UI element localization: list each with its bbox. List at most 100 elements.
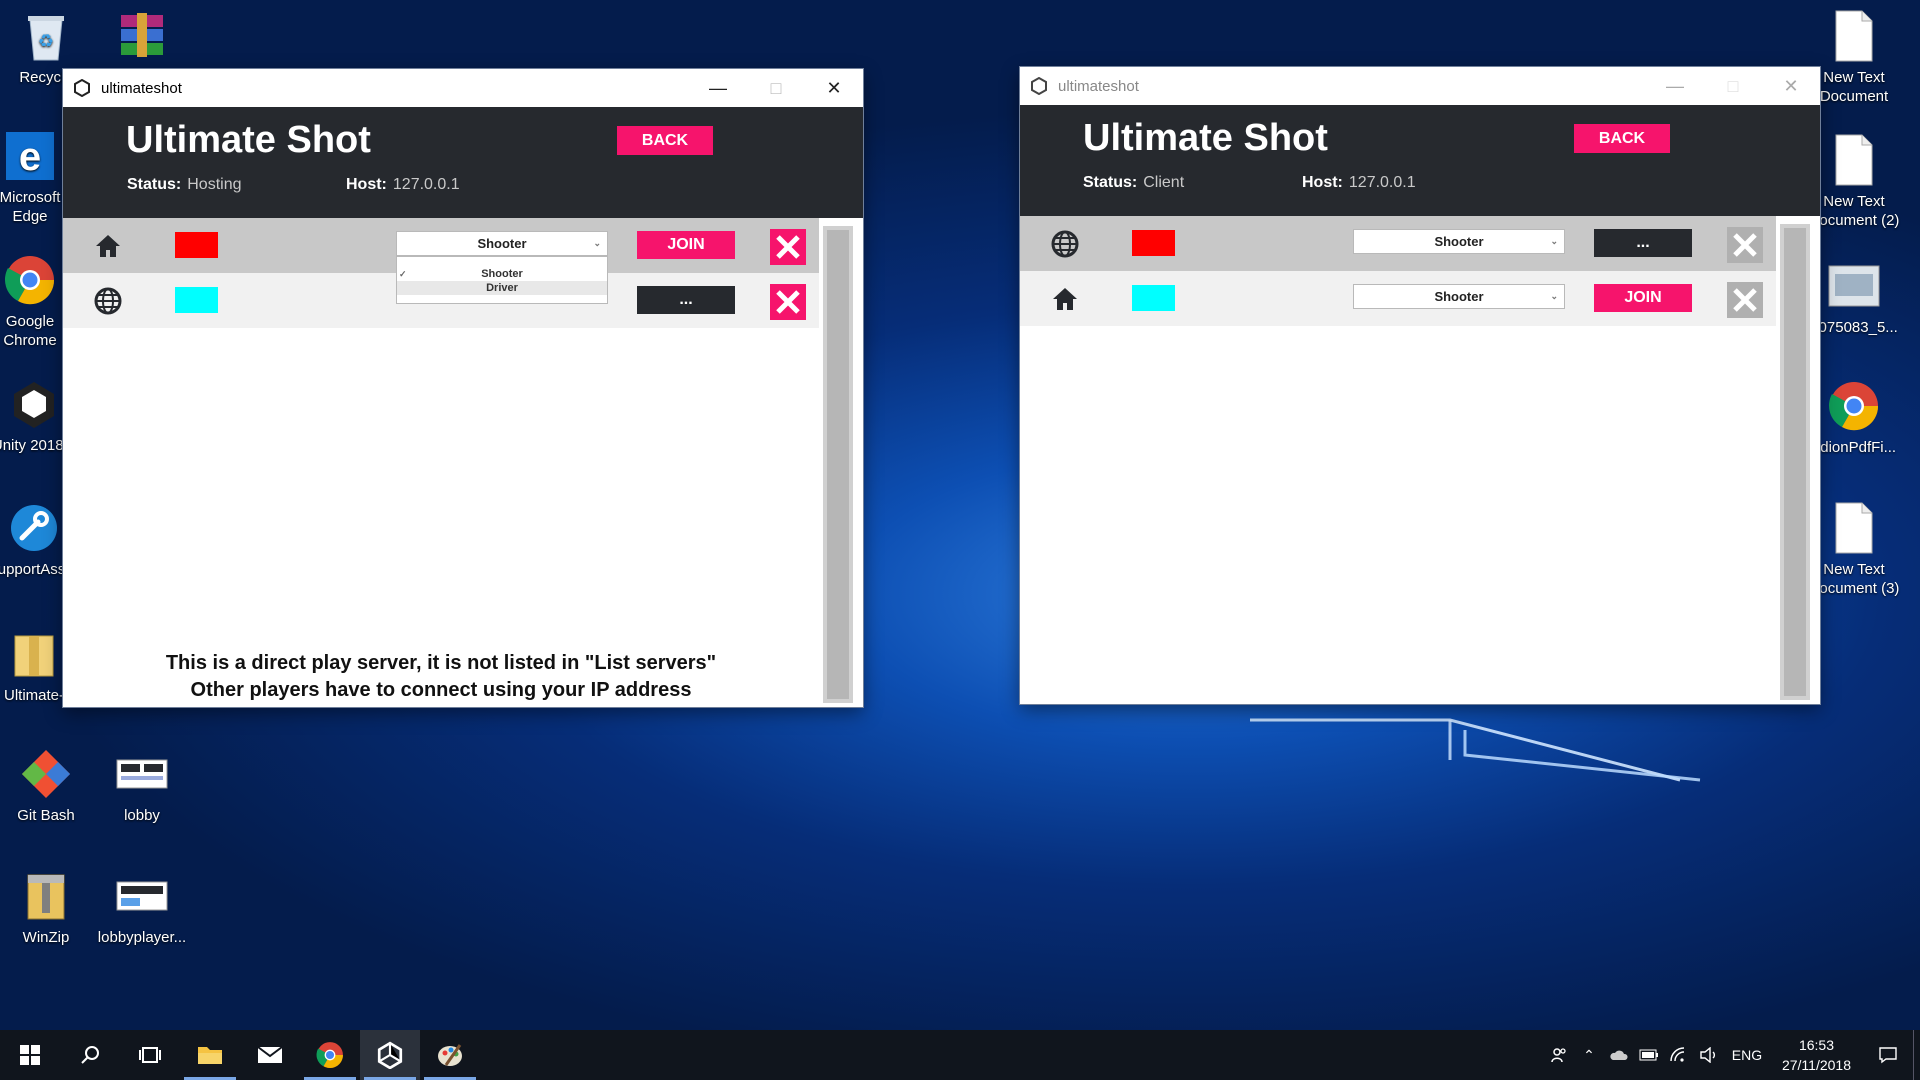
wifi-icon[interactable] <box>1664 1047 1694 1063</box>
option-label: Driver <box>486 282 518 294</box>
role-dropdown-list[interactable]: ✓ Shooter Driver <box>396 256 608 304</box>
title-bar[interactable]: ultimateshot — □ ✕ <box>63 69 863 107</box>
maximize-button[interactable]: □ <box>1704 67 1762 105</box>
maximize-button[interactable]: □ <box>747 69 805 107</box>
text-file-icon <box>1826 8 1882 64</box>
player-color-swatch[interactable] <box>175 287 218 313</box>
host-value: 127.0.0.1 <box>1348 174 1416 191</box>
image-file-icon <box>114 868 170 924</box>
edge-icon: e <box>2 128 58 184</box>
chrome-icon <box>1826 378 1882 434</box>
app-title: Ultimate Shot <box>1083 117 1328 159</box>
app-title: Ultimate Shot <box>126 119 371 161</box>
notification-center-icon[interactable] <box>1863 1046 1913 1064</box>
dropdown-option[interactable]: ✓ Shooter <box>397 267 607 281</box>
direct-play-note-line1: This is a direct play server, it is not … <box>165 652 717 674</box>
ready-wait-button[interactable]: ... <box>637 286 735 314</box>
desktop-icon-lobby[interactable]: lobby <box>94 746 190 825</box>
text-file-icon <box>1826 500 1882 556</box>
people-icon[interactable] <box>1544 1046 1574 1064</box>
status-value: Client <box>1143 174 1185 191</box>
chevron-down-icon: ⌄ <box>1550 291 1558 301</box>
scrollbar-thumb[interactable] <box>1784 228 1806 696</box>
desktop-icon-label: lobby <box>124 807 160 824</box>
recycle-bin-icon: ♻ <box>18 8 74 64</box>
desktop-icon-label: Git Bash <box>17 807 75 824</box>
chevron-up-icon[interactable]: ⌃ <box>1574 1047 1604 1064</box>
ready-wait-button[interactable]: ... <box>1594 229 1692 257</box>
desktop-icon-gitbash[interactable]: Git Bash <box>0 746 94 825</box>
taskbar-chrome[interactable] <box>300 1030 360 1080</box>
support-icon <box>6 500 62 556</box>
kick-player-button[interactable] <box>1727 227 1763 263</box>
player-color-swatch[interactable] <box>1132 285 1175 311</box>
window-host[interactable]: ultimateshot — □ ✕ Ultimate Shot BACK St… <box>63 69 863 707</box>
unity-icon <box>73 78 93 98</box>
chevron-down-icon: ⌄ <box>593 238 601 248</box>
desktop-icon-pdf-chrome[interactable]: edionPdfFi... <box>1806 378 1902 457</box>
scrollbar[interactable] <box>1780 224 1810 700</box>
window-client[interactable]: ultimateshot — □ ✕ Ultimate Shot BACK St… <box>1020 67 1820 704</box>
taskbar-unity[interactable] <box>360 1030 420 1080</box>
onedrive-icon[interactable] <box>1604 1048 1634 1062</box>
taskbar: ⌃ ENG 16:53 27/11/2018 <box>0 1030 1920 1080</box>
player-color-swatch[interactable] <box>1132 230 1175 256</box>
dropdown-option[interactable]: Driver <box>397 281 607 295</box>
desktop-icon-lobbyplayer[interactable]: lobbyplayer... <box>94 868 190 947</box>
status: Status: Hosting <box>127 176 241 194</box>
start-button[interactable] <box>0 1030 60 1080</box>
kick-player-button[interactable] <box>770 229 806 265</box>
battery-icon[interactable] <box>1634 1049 1664 1061</box>
role-dropdown[interactable]: Shooter ⌄ <box>1353 284 1565 309</box>
desktop-icon-winrar[interactable] <box>94 8 190 68</box>
minimize-button[interactable]: — <box>1646 67 1704 105</box>
svg-text:♻: ♻ <box>38 31 54 51</box>
folder-zip-icon <box>6 626 62 682</box>
language-indicator[interactable]: ENG <box>1724 1047 1770 1063</box>
scrollbar[interactable] <box>823 226 853 703</box>
back-button[interactable]: BACK <box>617 126 713 155</box>
desktop-icon-label: New Text Document (3) <box>1808 561 1900 597</box>
paint-icon <box>438 1044 462 1066</box>
role-dropdown[interactable]: Shooter ⌄ <box>1353 229 1565 254</box>
image-file-icon <box>1826 258 1882 314</box>
taskbar-paint[interactable] <box>420 1030 480 1080</box>
scrollbar-thumb[interactable] <box>827 230 849 699</box>
desktop-icon-label: lobbyplayer... <box>97 929 187 946</box>
desktop-icon-new-text-document-2[interactable]: New Text Document (2) <box>1806 132 1902 230</box>
mail-icon <box>257 1046 283 1063</box>
unity-icon <box>377 1041 403 1069</box>
back-button[interactable]: BACK <box>1574 124 1670 153</box>
host-value: 127.0.0.1 <box>392 176 460 193</box>
search-button[interactable] <box>60 1030 120 1080</box>
taskbar-mail[interactable] <box>240 1030 300 1080</box>
taskbar-file-explorer[interactable] <box>180 1030 240 1080</box>
title-bar[interactable]: ultimateshot — □ ✕ <box>1020 67 1820 105</box>
option-label: Shooter <box>481 268 523 280</box>
kick-player-button[interactable] <box>1727 282 1763 318</box>
kick-player-button[interactable] <box>770 284 806 320</box>
join-button[interactable]: JOIN <box>1594 284 1692 312</box>
clock[interactable]: 16:53 27/11/2018 <box>1770 1035 1863 1075</box>
text-file-icon <box>1826 132 1882 188</box>
show-desktop-button[interactable] <box>1913 1030 1920 1080</box>
close-button[interactable]: ✕ <box>1762 67 1820 105</box>
image-file-icon <box>114 746 170 802</box>
unity-icon <box>1030 76 1050 96</box>
join-button[interactable]: JOIN <box>637 231 735 259</box>
desktop-icon-new-text-document-3[interactable]: New Text Document (3) <box>1806 500 1902 598</box>
svg-text:e: e <box>19 135 41 179</box>
home-icon <box>96 235 120 257</box>
start-icon <box>20 1045 40 1065</box>
desktop-icon-winzip[interactable]: WinZip <box>0 868 94 947</box>
close-button[interactable]: ✕ <box>805 69 863 107</box>
volume-icon[interactable] <box>1694 1047 1724 1063</box>
home-icon <box>1053 288 1077 310</box>
role-dropdown[interactable]: Shooter ⌄ <box>396 231 608 256</box>
desktop-icon-label: New Text Document (2) <box>1808 193 1900 229</box>
task-view-button[interactable] <box>120 1030 180 1080</box>
desktop-icon-image-5075083[interactable]: 5075083_5... <box>1806 258 1902 337</box>
desktop-icon-new-text-document[interactable]: New Text Document <box>1806 8 1902 106</box>
minimize-button[interactable]: — <box>689 69 747 107</box>
player-color-swatch[interactable] <box>175 232 218 258</box>
